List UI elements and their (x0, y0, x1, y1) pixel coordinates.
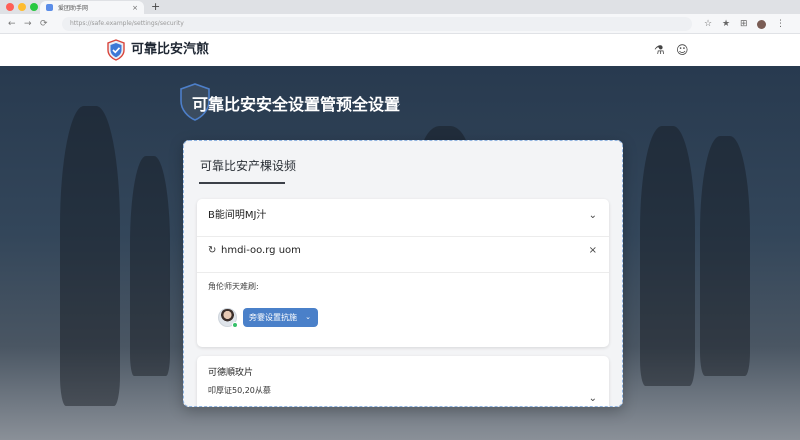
extensions-icon[interactable]: ⊞ (740, 17, 748, 31)
new-tab-button[interactable]: + (151, 0, 160, 13)
app-header: 可靠比安汽煎 ⚗ ☺ (0, 34, 800, 66)
chevron-down-icon: ⌄ (305, 313, 311, 321)
assignee-row: 角伦师天难刷: (197, 280, 609, 296)
settings-card: 可靠比安产棵设频 B能间明MJ汁 ⌄ ↻ hmdi-oo.rg uom × 角伦… (183, 140, 623, 407)
url-field[interactable]: https://safe.example/settings/security (62, 17, 692, 31)
chevron-down-icon[interactable]: ⌄ (589, 392, 597, 406)
back-icon[interactable]: ← (8, 17, 16, 31)
browser-tab-bar: 爱团助手网 × + (0, 0, 800, 14)
browser-tab[interactable]: 爱团助手网 × (40, 1, 144, 14)
settings-panel: B能间明MJ汁 ⌄ ↻ hmdi-oo.rg uom × 角伦师天难刷: 旁霎设… (197, 199, 609, 347)
domain-value: hmdi-oo.rg uom (221, 245, 301, 256)
panel2-subtitle-row: 叩厚证50,20从慕 ⌄ (197, 384, 609, 404)
reload-icon[interactable]: ⟳ (40, 17, 48, 31)
assign-button-label: 旁霎设置抗施 (249, 313, 297, 322)
assign-dropdown-button[interactable]: 旁霎设置抗施 ⌄ (243, 308, 318, 327)
forward-icon[interactable]: → (24, 17, 32, 31)
row-label: B能间明MJ汁 (208, 210, 267, 221)
bot-icon[interactable]: ☺ (676, 42, 689, 58)
panel2-subtitle: 叩厚证50,20从慕 (208, 386, 271, 395)
background-figure (60, 106, 120, 406)
card-title: 可靠比安产棵设频 (200, 159, 297, 173)
background-figure (700, 136, 750, 376)
assignee-label: 角伦师天难刷: (208, 282, 259, 291)
shield-logo-icon (107, 39, 125, 61)
window-controls (6, 3, 38, 11)
page-title: 可靠比安安全设置管预全设置 (192, 95, 401, 114)
chevron-down-icon[interactable]: ⌄ (589, 209, 597, 223)
background-figure (130, 156, 170, 376)
divider (197, 272, 609, 273)
chevron-down-icon[interactable]: ⌵ (392, 96, 400, 114)
background-figure (640, 126, 695, 386)
close-window-icon[interactable] (6, 3, 14, 11)
settings-row-dropdown[interactable]: B能间明MJ汁 ⌄ (197, 209, 609, 227)
address-bar-row: ← → ⟳ https://safe.example/settings/secu… (0, 14, 800, 34)
panel2-title: 可德順玫片 (208, 368, 254, 378)
panel2-title-row: 可德順玫片 (197, 366, 609, 380)
settings-panel-secondary[interactable]: 可德順玫片 叩厚证50,20从慕 ⌄ (197, 356, 609, 406)
bookmark-icon[interactable]: ☆ (704, 17, 712, 31)
flask-icon[interactable]: ⚗ (654, 42, 665, 58)
refresh-icon[interactable]: ↻ (208, 244, 216, 258)
profile-avatar[interactable] (757, 20, 766, 29)
active-tab-underline (199, 182, 285, 184)
domain-row: ↻ hmdi-oo.rg uom × (197, 244, 609, 262)
star-icon[interactable]: ★ (722, 17, 730, 31)
close-tab-icon[interactable]: × (132, 4, 138, 12)
divider (197, 236, 609, 237)
tab-title: 爱团助手网 (58, 5, 89, 12)
menu-icon[interactable]: ⋮ (776, 17, 785, 31)
maximize-window-icon[interactable] (30, 3, 38, 11)
close-icon[interactable]: × (589, 244, 597, 258)
favicon-icon (46, 4, 53, 11)
minimize-window-icon[interactable] (18, 3, 26, 11)
brand-name: 可靠比安汽煎 (131, 42, 210, 57)
online-status-icon (232, 322, 238, 328)
